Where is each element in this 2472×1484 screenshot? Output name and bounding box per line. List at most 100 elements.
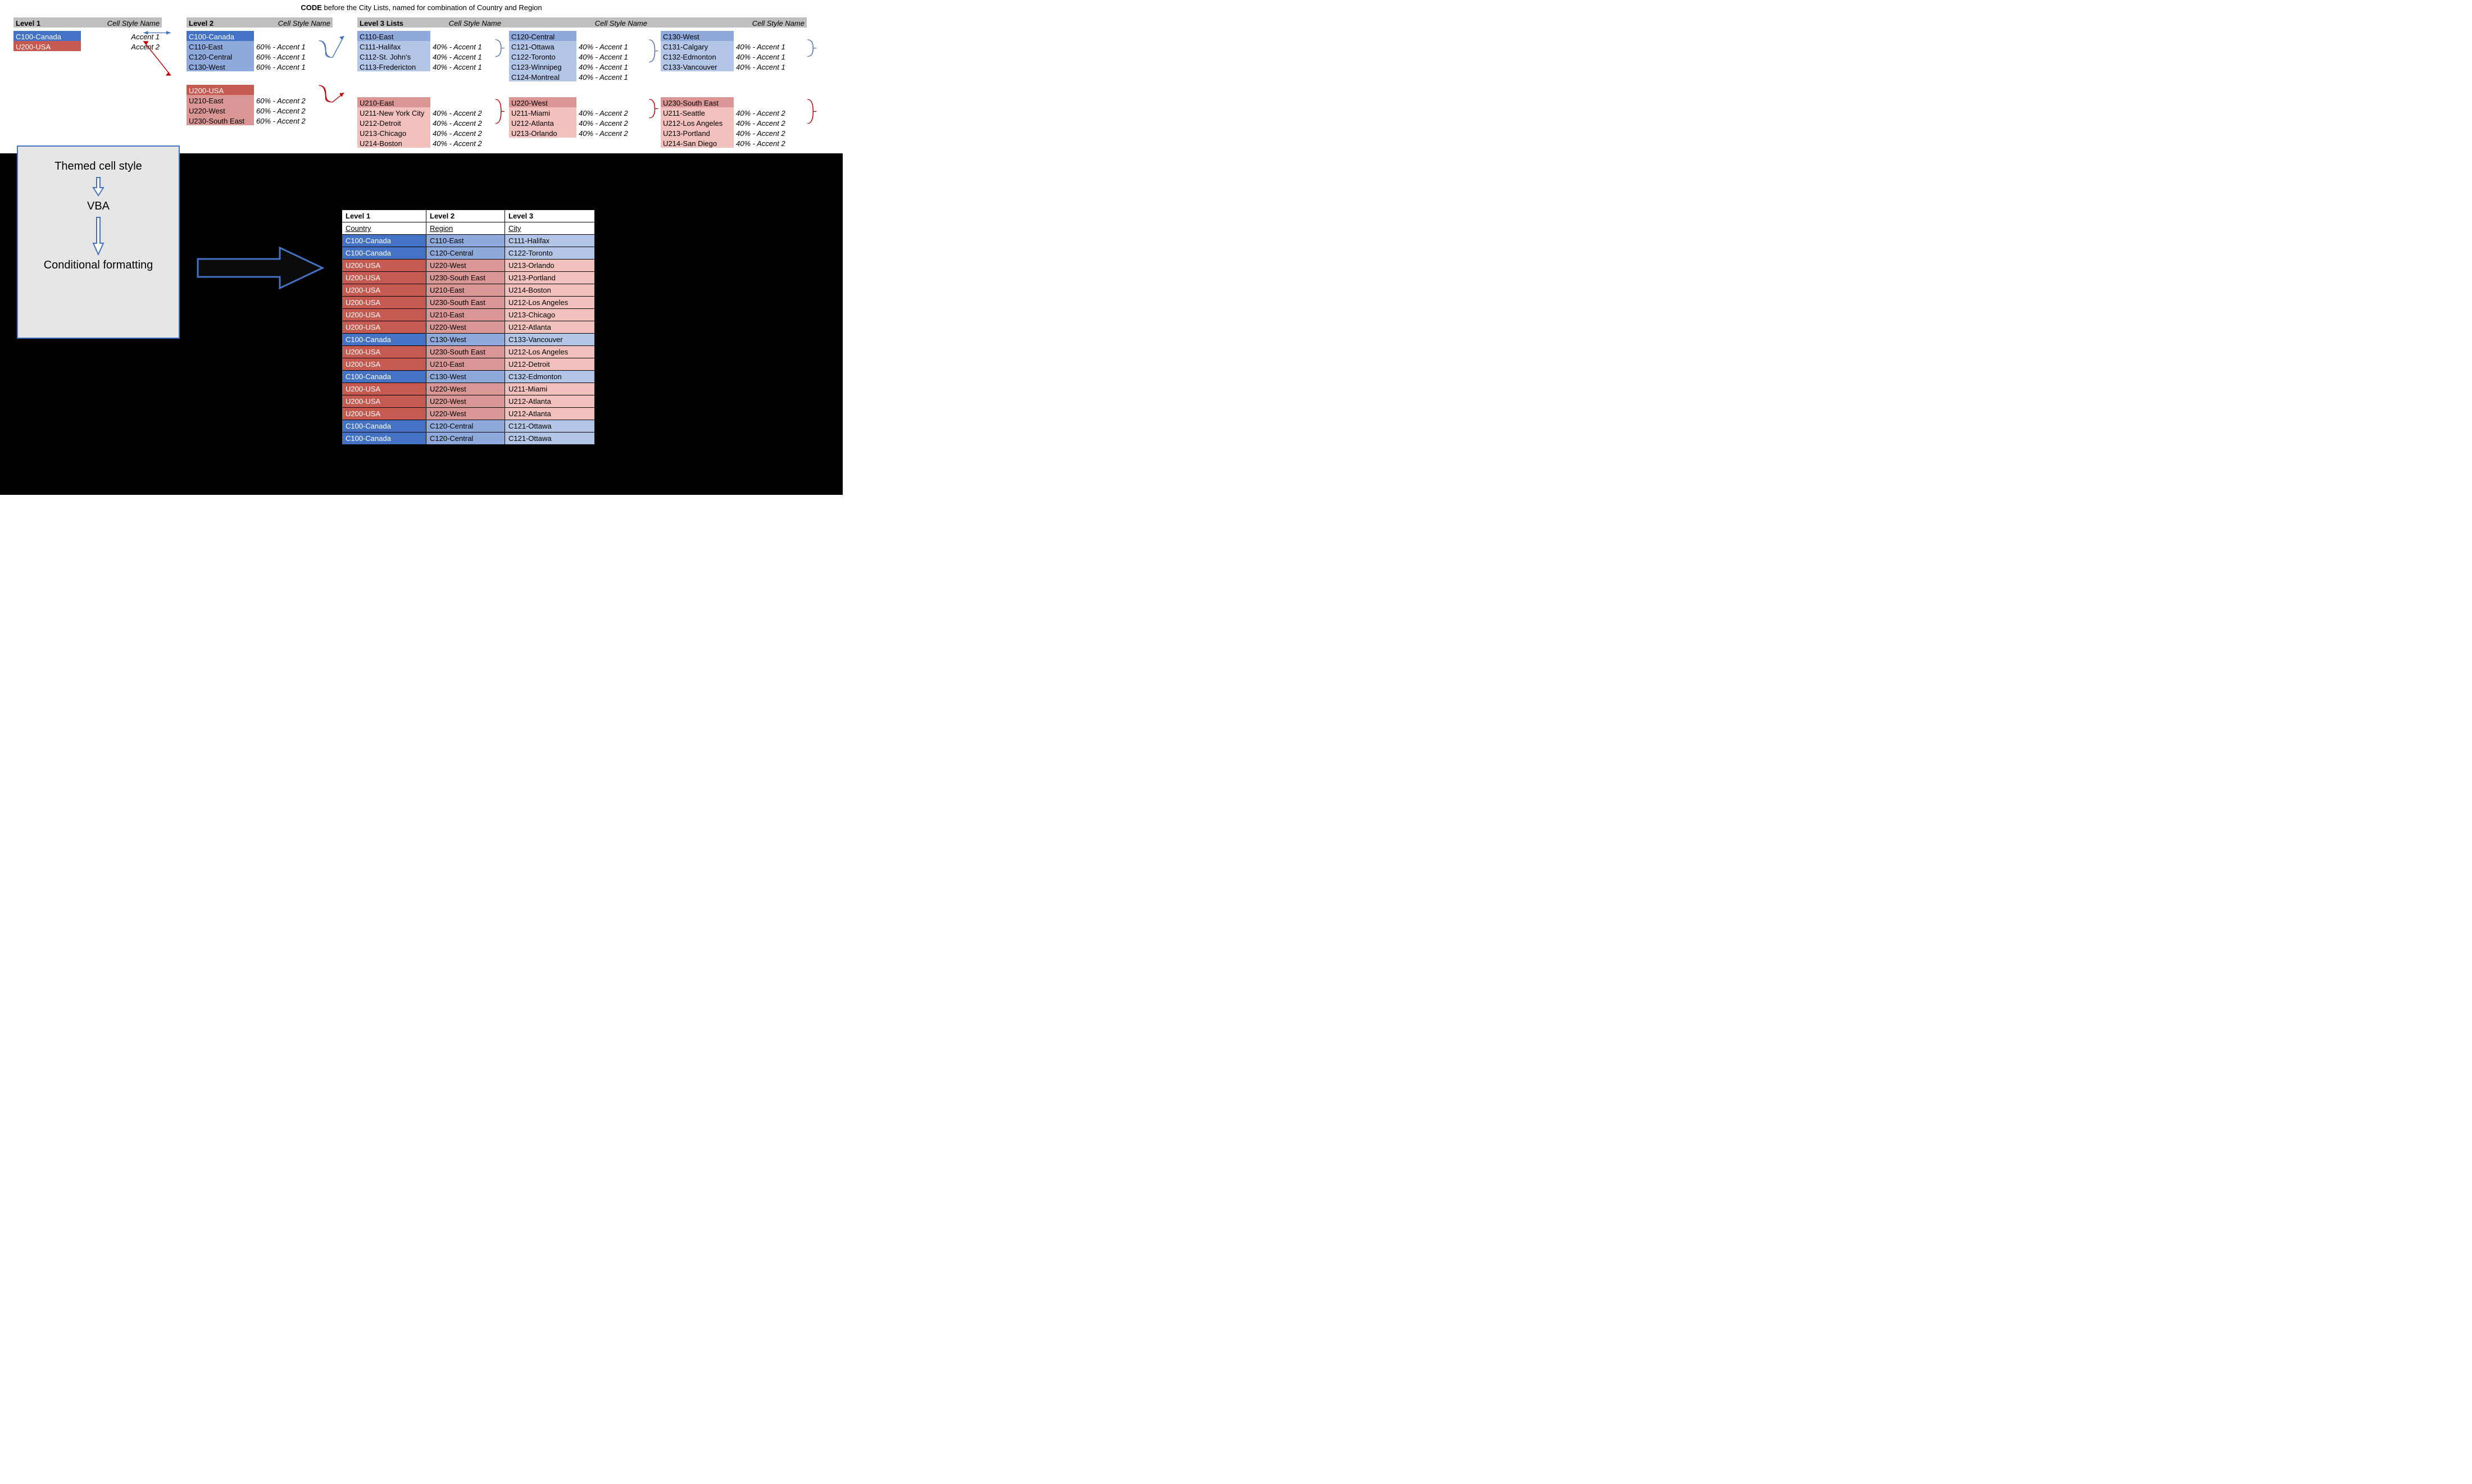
level1-header: Level 1 [13,17,81,28]
level2-item: C110-East [187,41,254,51]
level1-style: Accent 1 [81,31,162,41]
level2-style: 60% - Accent 1 [254,61,333,71]
level3-style: 40% - Accent 2 [430,107,503,117]
flow-box: Themed cell style VBA Conditional format… [17,145,180,339]
level3-head: C110-East [357,31,430,41]
level3-item: C111-Halifax [357,41,430,51]
level2-style [254,31,333,41]
result-country: C100-Canada [342,371,426,383]
level3-style: 40% - Accent 2 [430,128,503,138]
result-region: U220-West [426,395,505,408]
level3-head: U210-East [357,97,430,107]
style-header-2: Cell Style Name [254,17,333,28]
level3-style: 40% - Accent 2 [576,128,649,138]
level3-item: C123-Winnipeg [509,61,576,71]
result-region: C130-West [426,334,505,346]
result-region: C120-Central [426,247,505,260]
table-row: C100-Canada C120-Central C121-Ottawa [342,420,595,433]
result-region: U220-West [426,383,505,395]
level3-style: 40% - Accent 1 [734,41,812,51]
level2-item: C120-Central [187,51,254,61]
result-header-l3: Level 3 [505,210,595,222]
result-region: C130-West [426,371,505,383]
table-row: U200-USA U230-South East U213-Portland [342,272,595,284]
title-bold: CODE [301,3,322,12]
level3-item: U212-Los Angeles [661,117,734,128]
result-city: C133-Vancouver [505,334,595,346]
table-row: U200-USA U220-West U212-Atlanta [342,395,595,408]
level3-item: C122-Toronto [509,51,576,61]
level3-item: U213-Chicago [357,128,430,138]
result-city: C122-Toronto [505,247,595,260]
result-region: U210-East [426,309,505,321]
flow-step-1: Themed cell style [21,160,175,173]
result-country: U200-USA [342,260,426,272]
result-city: U212-Detroit [505,358,595,371]
result-country: U200-USA [342,395,426,408]
level3-style: 40% - Accent 1 [734,61,812,71]
level3-block: Level 3 Lists Cell Style Name Cell Style… [357,17,818,148]
result-city: U212-Atlanta [505,321,595,334]
level2-style [254,85,333,95]
flow-step-3: Conditional formatting [21,259,175,272]
level3-header: Level 3 Lists [357,17,430,28]
result-region: U230-South East [426,297,505,309]
result-header-l2: Level 2 [426,210,505,222]
result-country: U200-USA [342,297,426,309]
level3-style: 40% - Accent 1 [576,41,649,51]
level3-item: U211-Seattle [661,107,734,117]
table-row: C100-Canada C120-Central C121-Ottawa [342,433,595,445]
arrow-down-icon [92,216,105,256]
level3-item: C112-St. John's [357,51,430,61]
result-region: U210-East [426,358,505,371]
result-region: U230-South East [426,346,505,358]
result-city: U214-Boston [505,284,595,297]
result-city: U213-Portland [505,272,595,284]
result-city: U212-Atlanta [505,408,595,420]
result-country: U200-USA [342,383,426,395]
level3-head: U230-South East [661,97,734,107]
result-country: U200-USA [342,358,426,371]
table-row: C100-Canada C110-East C111-Halifax [342,235,595,247]
result-header-l1: Level 1 [342,210,426,222]
result-city: C121-Ottawa [505,420,595,433]
result-city: C132-Edmonton [505,371,595,383]
level2-item: C130-West [187,61,254,71]
result-region: U230-South East [426,272,505,284]
level2-block: Level 2 Cell Style Name C100-Canada C110… [187,17,333,125]
level2-style: 60% - Accent 2 [254,95,333,105]
table-row: U200-USA U210-East U212-Detroit [342,358,595,371]
level3-item: U214-San Diego [661,138,734,148]
level1-block: Level 1 Cell Style Name C100-Canada Acce… [13,17,162,51]
level2-style: 60% - Accent 2 [254,115,333,125]
table-row: C100-Canada C130-West C133-Vancouver [342,334,595,346]
result-country: C100-Canada [342,420,426,433]
table-row: U200-USA U220-West U211-Miami [342,383,595,395]
arrow-down-icon [92,176,105,197]
level3-item: U212-Atlanta [509,117,576,128]
level3-style: 40% - Accent 2 [734,117,812,128]
level3-item: C131-Calgary [661,41,734,51]
level3-item: U212-Detroit [357,117,430,128]
style-header-3b: Cell Style Name [576,17,649,28]
level3-item: U211-New York City [357,107,430,117]
level3-style: 40% - Accent 2 [734,138,812,148]
level3-style: 40% - Accent 2 [430,117,503,128]
result-country: C100-Canada [342,247,426,260]
level2-header: Level 2 [187,17,254,28]
result-table: Level 1 Level 2 Level 3 Country Region C… [342,210,595,445]
level3-style: 40% - Accent 2 [576,107,649,117]
level2-style: 60% - Accent 1 [254,41,333,51]
title-rest: before the City Lists, named for combina… [322,3,542,12]
result-country: U200-USA [342,408,426,420]
result-region: C120-Central [426,420,505,433]
result-region: U220-West [426,321,505,334]
result-city: U212-Los Angeles [505,346,595,358]
result-country: U200-USA [342,272,426,284]
level3-item: U214-Boston [357,138,430,148]
result-country: U200-USA [342,321,426,334]
level3-head: C130-West [661,31,734,41]
result-subheader-country: Country [342,222,426,235]
level3-style: 40% - Accent 1 [576,61,649,71]
level3-head: U220-West [509,97,576,107]
